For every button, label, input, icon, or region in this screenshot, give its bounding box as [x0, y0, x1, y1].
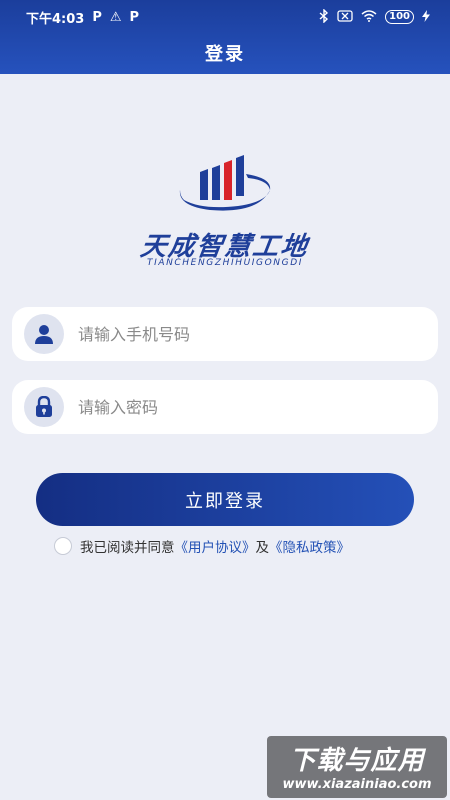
privacy-policy-link[interactable]: 《隐私政策》 [269, 536, 350, 556]
user-icon [24, 314, 64, 354]
agreement-row: 我已阅读并同意 《用户协议》 及 《隐私政策》 [54, 536, 350, 556]
wifi-icon [361, 9, 377, 25]
agreement-checkbox[interactable] [54, 537, 72, 555]
header-bar: 下午4:03 P ⚠ P 100 登录 [0, 0, 450, 74]
logo-english-text: TIANCHENGZHIHUIGONGDI [146, 258, 304, 268]
agreement-prefix: 我已阅读并同意 [80, 540, 175, 556]
agreement-conjunction: 及 [255, 540, 270, 556]
app-logo: 天成智慧工地 TIANCHENGZHIHUIGONGDI [0, 150, 450, 280]
user-agreement-link[interactable]: 《用户协议》 [175, 536, 256, 556]
charging-icon [422, 9, 430, 25]
status-time: 下午4:03 [26, 11, 85, 27]
login-button[interactable]: 立即登录 [36, 473, 414, 526]
sim-off-icon [337, 9, 353, 25]
status-bar: 下午4:03 P ⚠ P 100 [0, 0, 450, 34]
parking-notification-icon: P [92, 9, 102, 25]
watermark-en: www.xiazainiao.com [282, 777, 432, 792]
warning-notification-icon: ⚠ [109, 9, 122, 25]
phone-field [12, 307, 438, 361]
password-field [12, 380, 438, 434]
watermark-cn: 下载与应用 [289, 746, 425, 776]
password-input[interactable] [78, 397, 408, 417]
bluetooth-icon [319, 7, 329, 26]
page-title: 登录 [205, 44, 245, 65]
battery-icon: 100 [385, 10, 414, 24]
phone-input[interactable] [78, 324, 408, 344]
watermark-logo: 下载与应用 www.xiazainiao.com [267, 736, 447, 798]
logo-bars-graphic [179, 155, 271, 211]
parking-notification-icon-2: P [129, 9, 140, 25]
lock-icon [24, 387, 64, 427]
